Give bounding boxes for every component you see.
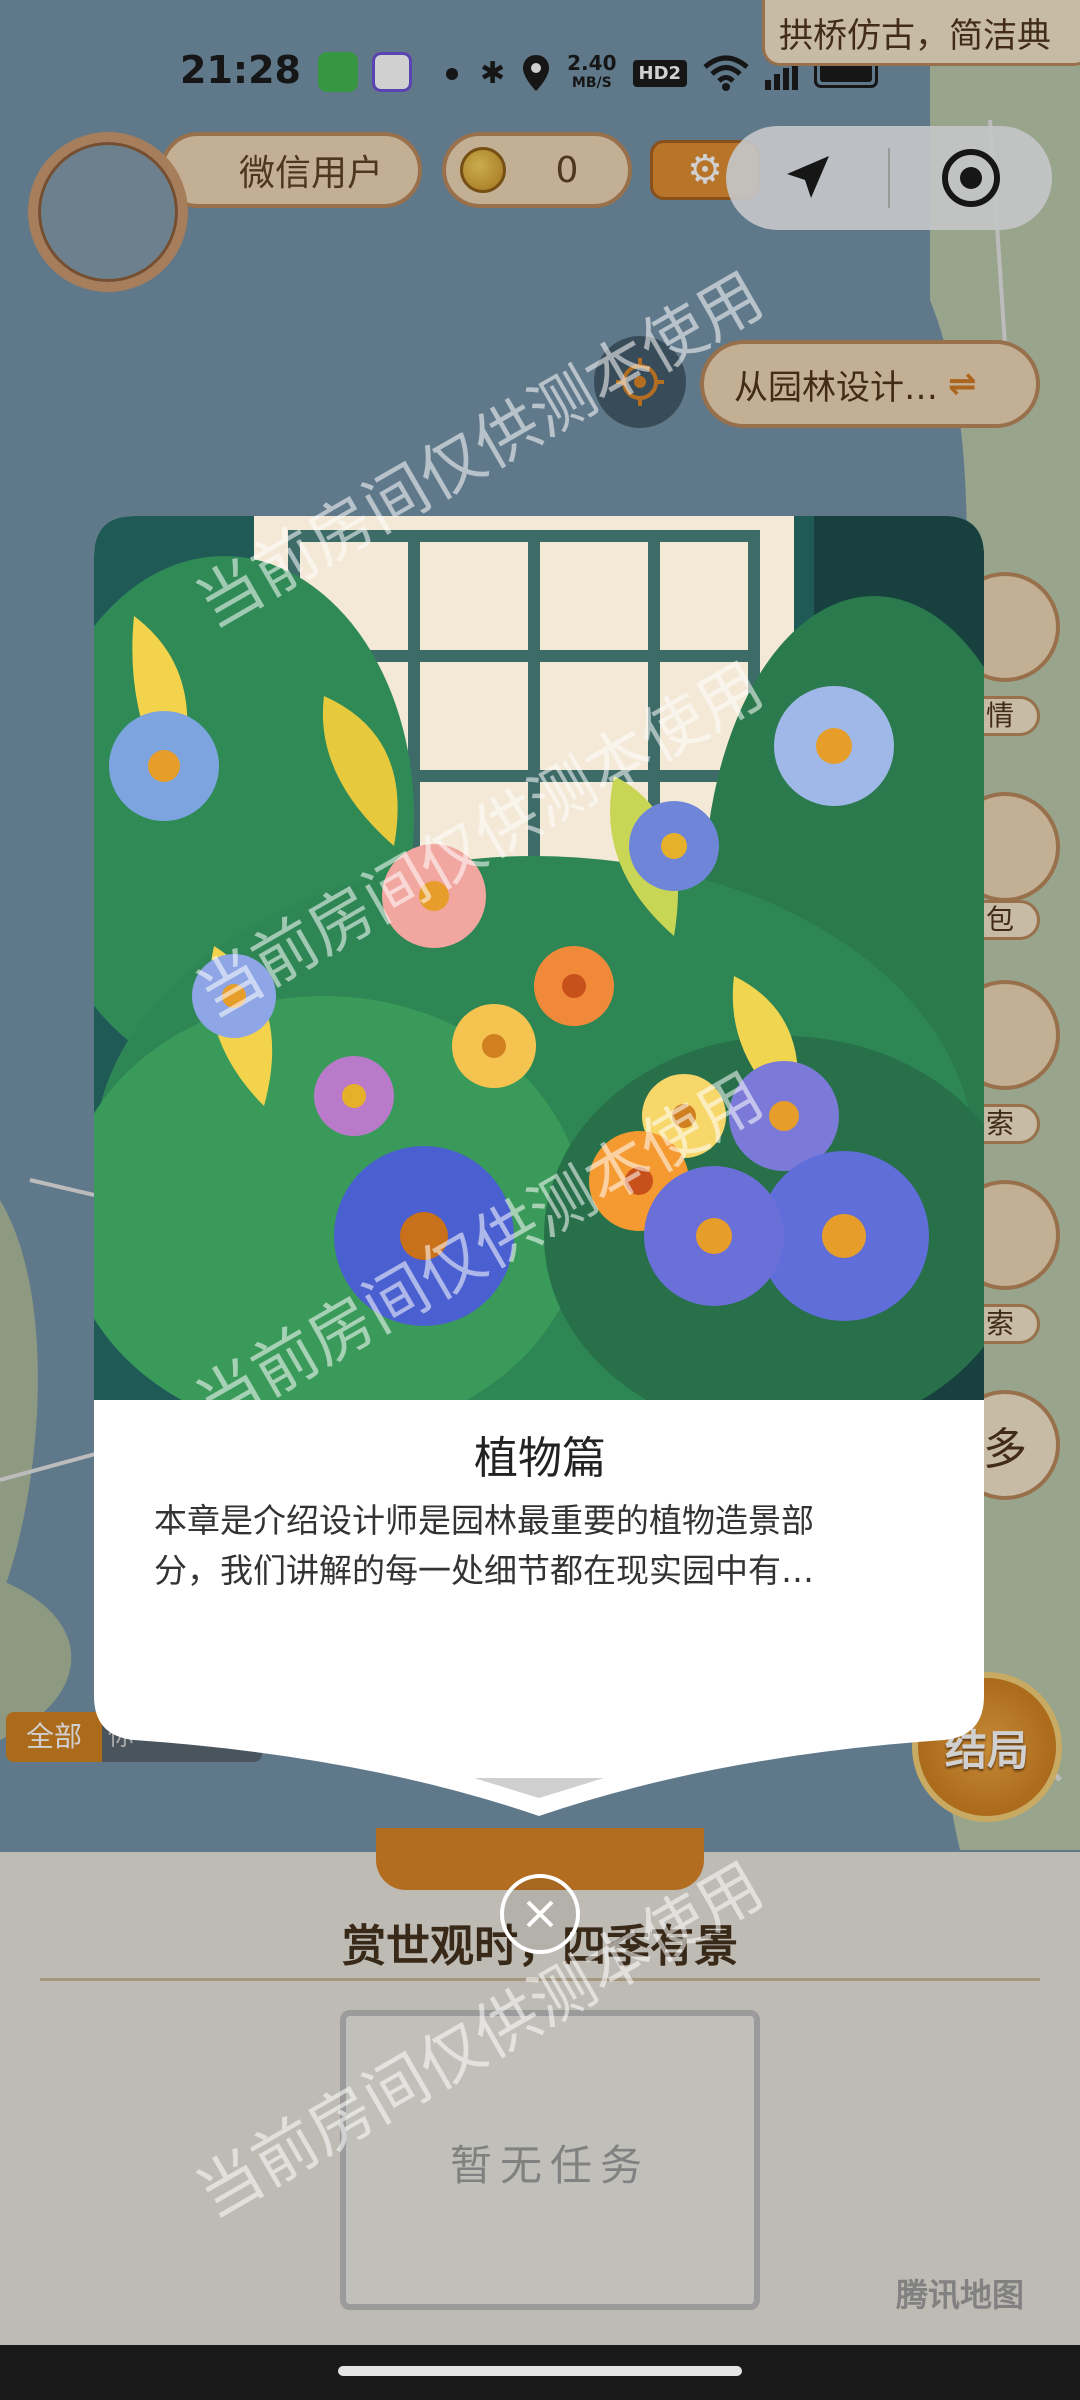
chapter-description-line-1: 本章是介绍设计师是园林最重要的植物造景部 [154,1501,814,1540]
chapter-description: 本章是介绍设计师是园林最重要的植物造景部 分，我们讲解的每一处细节都在现实园中有… [154,1496,914,1596]
close-button[interactable] [500,1874,580,1954]
chapter-description-line-2: 分，我们讲解的每一处细节都在现实园中有… [154,1551,814,1590]
close-icon [526,1900,554,1928]
chapter-illustration [94,516,984,1400]
chapter-title: 植物篇 [474,1433,606,1484]
chapter-card[interactable] [94,516,984,1816]
home-indicator[interactable] [338,2366,742,2376]
chapter-card-shape [94,516,984,1816]
